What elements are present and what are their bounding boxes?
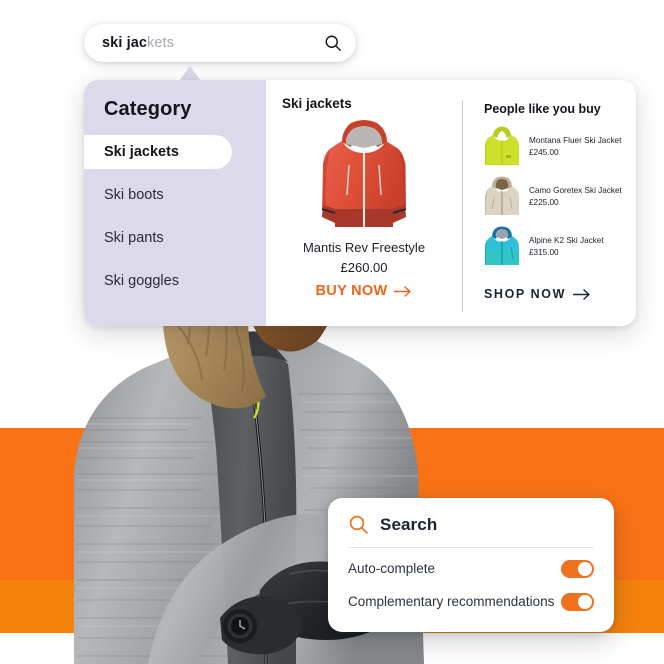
search-suggested-suffix: kets: [147, 35, 175, 51]
list-item-text: Alpine K2 Ski Jacket £315.00: [529, 235, 604, 259]
search-bar[interactable]: ski jackets: [84, 24, 356, 62]
settings-divider: [348, 547, 594, 548]
search-input[interactable]: ski jackets: [102, 35, 324, 51]
recommendation-price: £245.00: [529, 148, 559, 157]
sidebar-item-label: Ski pants: [104, 230, 164, 246]
product-thumbnail: [485, 226, 519, 265]
sidebar-item-label: Ski jackets: [104, 144, 179, 160]
column-divider: [462, 100, 463, 312]
list-item[interactable]: Alpine K2 Ski Jacket £315.00: [484, 225, 636, 269]
product-image-main[interactable]: [317, 117, 411, 239]
list-item[interactable]: Montana Fluer Ski Jacket £245.00: [484, 125, 636, 169]
recommendation-name: Alpine K2 Ski Jacket: [529, 236, 604, 246]
sidebar-item-ski-boots[interactable]: Ski boots: [84, 178, 266, 212]
search-icon[interactable]: [324, 34, 342, 52]
shop-now-label: SHOP NOW: [484, 287, 567, 301]
recommendations-column: People like you buy Montana Fluer Ski Ja…: [474, 80, 636, 326]
sidebar-item-ski-jackets[interactable]: Ski jackets: [84, 135, 232, 169]
buy-now-label: BUY NOW: [315, 283, 388, 299]
recommendation-price: £225.00: [529, 198, 559, 207]
category-sidebar: Category Ski jackets Ski boots Ski pants…: [84, 80, 266, 326]
settings-card-title: Search: [380, 514, 438, 534]
product-thumbnail: [485, 176, 519, 215]
list-item[interactable]: Camo Goretex Ski Jacket £225.00: [484, 175, 636, 219]
settings-card-header: Search: [348, 514, 594, 547]
product-result-column: Ski jackets Mantis Rev Freestyle £260.00…: [266, 80, 462, 326]
setting-row-auto-complete: Auto-complete: [348, 552, 594, 585]
recommendation-name: Camo Goretex Ski Jacket: [529, 186, 622, 196]
setting-label: Complementary recommendations: [348, 594, 555, 609]
arrow-right-icon: [573, 288, 590, 300]
results-heading: Ski jackets: [282, 96, 352, 111]
setting-row-complementary-recommendations: Complementary recommendations: [348, 585, 594, 618]
product-name: Mantis Rev Freestyle: [302, 240, 426, 255]
search-results-panel: Category Ski jackets Ski boots Ski pants…: [84, 80, 636, 326]
screenshot-root: ski jackets Category Ski jackets Ski boo…: [0, 0, 664, 664]
recommendations-heading: People like you buy: [484, 102, 601, 116]
buy-now-button[interactable]: BUY NOW: [316, 283, 413, 299]
recommendation-name: Montana Fluer Ski Jacket: [529, 136, 622, 146]
panel-pointer-triangle: [179, 66, 201, 81]
auto-complete-toggle[interactable]: [561, 559, 594, 578]
sidebar-item-ski-goggles[interactable]: Ski goggles: [84, 264, 266, 298]
arrow-right-icon: [394, 285, 412, 297]
product-thumbnail: [485, 126, 519, 165]
toggle-knob: [578, 594, 592, 609]
setting-label: Auto-complete: [348, 561, 436, 576]
toggle-knob: [578, 561, 592, 576]
shop-now-button[interactable]: SHOP NOW: [484, 287, 591, 301]
list-item-text: Camo Goretex Ski Jacket £225.00: [529, 185, 622, 209]
search-settings-card: Search Auto-complete Complementary recom…: [328, 498, 614, 632]
sidebar-item-ski-pants[interactable]: Ski pants: [84, 221, 266, 255]
search-icon: [349, 515, 368, 534]
sidebar-item-label: Ski goggles: [104, 273, 179, 289]
recommendation-price: £315.00: [529, 248, 559, 257]
search-typed-text: ski jac: [102, 35, 148, 51]
category-title: Category: [104, 98, 192, 120]
complementary-recommendations-toggle[interactable]: [561, 592, 594, 611]
list-item-text: Montana Fluer Ski Jacket £245.00: [529, 135, 621, 159]
sidebar-item-label: Ski boots: [104, 187, 164, 203]
product-price: £260.00: [340, 260, 388, 275]
